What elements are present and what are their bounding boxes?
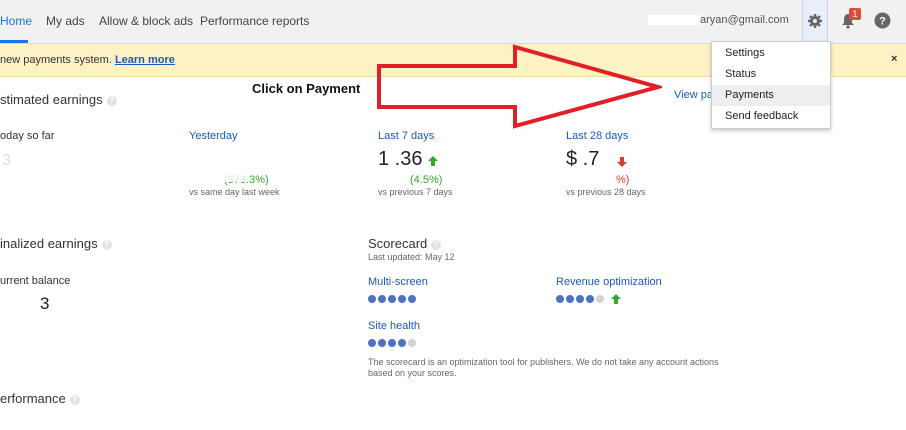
- settings-menu: Settings Status Payments Send feedback: [711, 41, 831, 129]
- estimated-earnings-heading: stimated earnings?: [0, 92, 117, 107]
- redaction-mask: [189, 152, 249, 182]
- last-28-days-change: %): [616, 174, 630, 186]
- tab-home[interactable]: Home: [0, 14, 32, 28]
- scorecard-updated: Last updated: May 12: [368, 252, 455, 262]
- today-label: oday so far: [0, 130, 55, 142]
- tab-performance-reports[interactable]: Performance reports: [200, 14, 309, 28]
- site-health-link[interactable]: Site health: [368, 320, 420, 332]
- annotation-text: Click on Payment: [252, 81, 361, 96]
- top-navigation-bar: Home My ads Allow & block ads Performanc…: [0, 0, 906, 44]
- active-tab-indicator: [0, 40, 28, 43]
- svg-text:?: ?: [879, 16, 886, 28]
- account-email[interactable]: aryan@gmail.com: [648, 14, 789, 26]
- last-7-days-compare: vs previous 7 days: [378, 187, 453, 197]
- revenue-optimization-score: [556, 295, 604, 303]
- redaction-mask: [0, 152, 44, 168]
- tab-allow-block-ads[interactable]: Allow & block ads: [99, 14, 193, 28]
- scorecard-note: The scorecard is an optimization tool fo…: [368, 357, 719, 378]
- help-icon[interactable]: ?: [431, 239, 442, 250]
- current-balance-value: 3: [40, 294, 50, 313]
- banner-close-button[interactable]: ×: [891, 53, 897, 65]
- menu-item-send-feedback[interactable]: Send feedback: [712, 106, 830, 127]
- menu-item-payments[interactable]: Payments: [712, 85, 830, 106]
- revenue-optimization-link[interactable]: Revenue optimization: [556, 276, 662, 288]
- help-icon[interactable]: ?: [101, 239, 112, 250]
- annotation-arrow-icon: [377, 44, 662, 129]
- redaction-mask: [648, 15, 700, 26]
- help-icon[interactable]: ?: [106, 95, 117, 106]
- yesterday-compare: vs same day last week: [189, 187, 280, 197]
- view-payments-link[interactable]: View pa: [674, 89, 713, 101]
- multi-screen-score: [368, 295, 416, 303]
- last-7-days-change: (4.5%): [410, 174, 443, 186]
- banner-message: new payments system. Learn more: [0, 54, 175, 66]
- tab-my-ads[interactable]: My ads: [46, 14, 85, 28]
- arrow-up-icon: [428, 156, 438, 166]
- scorecard-heading: Scorecard?: [368, 236, 442, 251]
- site-health-score: [368, 339, 416, 347]
- menu-item-status[interactable]: Status: [712, 64, 830, 85]
- last-7-days-value: 1 .36: [378, 148, 423, 170]
- last-28-days-label[interactable]: Last 28 days: [566, 130, 628, 142]
- last-7-days-label[interactable]: Last 7 days: [378, 130, 434, 142]
- yesterday-label[interactable]: Yesterday: [189, 130, 238, 142]
- menu-item-settings[interactable]: Settings: [712, 43, 830, 64]
- finalized-earnings-heading: inalized earnings?: [0, 236, 112, 251]
- last-28-days-compare: vs previous 28 days: [566, 187, 646, 197]
- current-balance-label: urrent balance: [0, 275, 71, 287]
- help-icon[interactable]: ?: [69, 394, 80, 405]
- performance-heading: erformance?: [0, 391, 80, 406]
- gear-icon: [808, 14, 822, 28]
- multi-screen-link[interactable]: Multi-screen: [368, 276, 428, 288]
- notification-badge: 1: [849, 8, 861, 20]
- arrow-up-icon: [611, 294, 621, 304]
- learn-more-link[interactable]: Learn more: [115, 54, 175, 66]
- arrow-down-icon: [617, 157, 627, 167]
- settings-button[interactable]: [802, 0, 828, 43]
- help-icon[interactable]: ?: [874, 12, 891, 29]
- last-28-days-value: $ .7: [566, 148, 600, 170]
